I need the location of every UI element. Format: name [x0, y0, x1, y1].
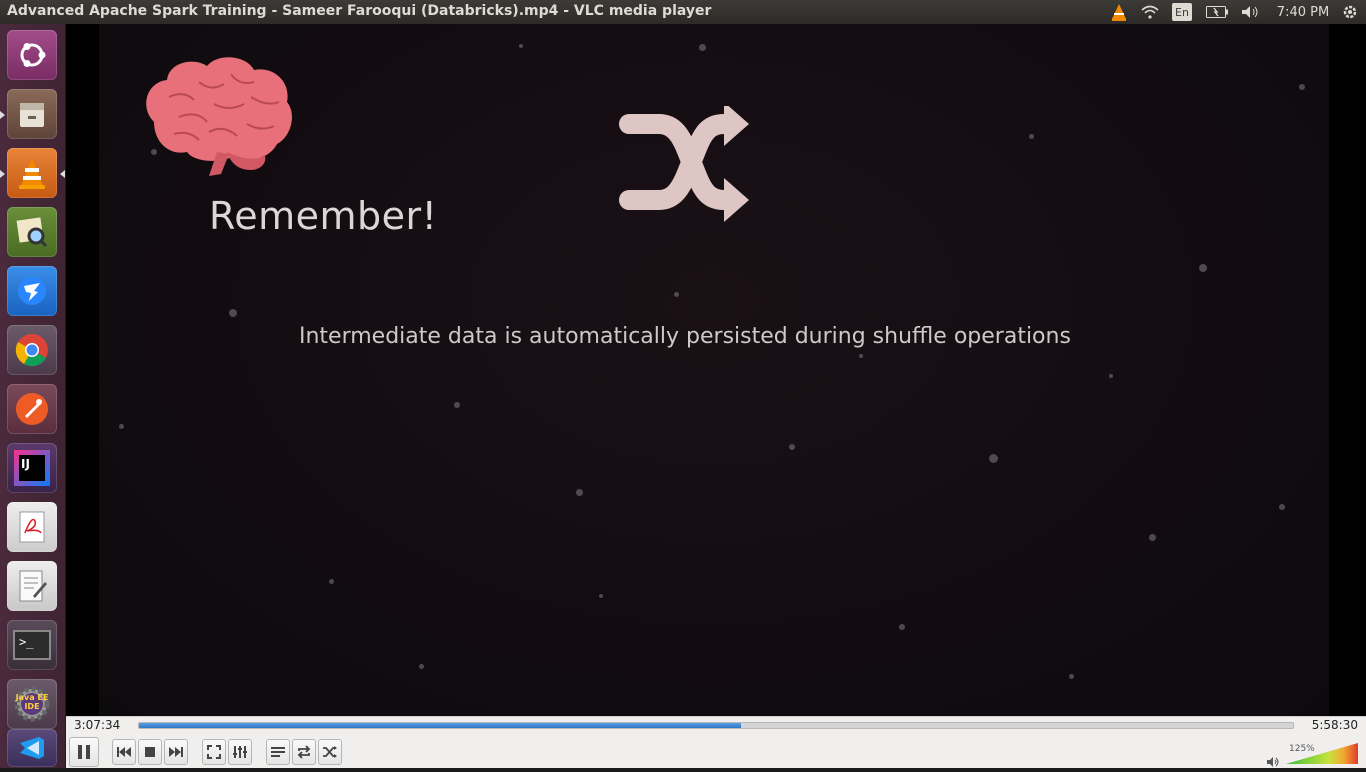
star-particle: [1199, 264, 1207, 272]
star-particle: [1299, 84, 1305, 90]
remember-heading: Remember!: [209, 194, 438, 238]
loop-icon: [297, 745, 311, 759]
shuffle-small-icon: [323, 746, 337, 758]
star-particle: [454, 402, 460, 408]
extended-settings-button[interactable]: [228, 739, 252, 765]
total-time[interactable]: 5:58:30: [1312, 718, 1358, 732]
eclipse-label: Java EE IDE: [15, 693, 49, 711]
dingtalk-icon: [18, 277, 46, 305]
star-particle: [1279, 504, 1285, 510]
star-particle: [789, 444, 795, 450]
star-particle: [576, 489, 583, 496]
video-frame[interactable]: Remember! Intermediate data is automatic…: [99, 24, 1329, 716]
chrome-icon: [15, 334, 48, 367]
battery-icon[interactable]: [1204, 0, 1230, 24]
volume-icon[interactable]: [1240, 0, 1262, 24]
seek-progress: [139, 723, 742, 728]
file-cabinet-icon: [20, 103, 44, 127]
intellij-label: IJ: [19, 455, 45, 481]
star-particle: [419, 664, 424, 669]
terminal-icon: >_: [13, 630, 51, 660]
fullscreen-icon: [207, 745, 221, 759]
star-particle: [859, 354, 863, 358]
launcher-intellij[interactable]: IJ: [7, 443, 57, 493]
star-particle: [1069, 674, 1074, 679]
clock[interactable]: 7:40 PM: [1272, 0, 1334, 24]
vlc-tray-icon[interactable]: [1108, 0, 1130, 24]
video-area[interactable]: Remember! Intermediate data is automatic…: [66, 24, 1366, 716]
star-particle: [229, 309, 237, 317]
image-viewer-icon: [16, 217, 48, 248]
equalizer-icon: [233, 746, 247, 758]
postman-icon: [16, 393, 48, 425]
window-title: Advanced Apache Spark Training - Sameer …: [7, 3, 712, 19]
next-button[interactable]: [164, 739, 188, 765]
stop-button[interactable]: [138, 739, 162, 765]
volume-slider[interactable]: [1286, 743, 1358, 765]
active-indicator: [60, 170, 65, 178]
loop-button[interactable]: [292, 739, 316, 765]
seek-slider[interactable]: [138, 722, 1294, 729]
launcher-terminal[interactable]: >_: [7, 620, 57, 670]
intellij-icon: IJ: [14, 450, 50, 486]
shuffle-icon: [619, 106, 749, 222]
playlist-button[interactable]: [266, 739, 290, 765]
launcher-vscode[interactable]: [7, 729, 57, 767]
star-particle: [119, 424, 124, 429]
star-particle: [1029, 134, 1034, 139]
brain-icon: [146, 57, 292, 176]
star-particle: [519, 44, 523, 48]
launcher-dingtalk[interactable]: [7, 266, 57, 316]
power-gear-icon[interactable]: [1340, 0, 1360, 24]
star-particle: [699, 44, 706, 51]
playlist-icon: [271, 747, 285, 757]
launcher-eclipse-javaee[interactable]: Java EE IDE: [7, 679, 57, 729]
star-particle: [989, 454, 998, 463]
slide-caption: Intermediate data is automatically persi…: [299, 324, 1071, 349]
keyboard-language-indicator[interactable]: En: [1172, 3, 1192, 21]
launcher-image-viewer[interactable]: [7, 207, 57, 257]
top-panel: Advanced Apache Spark Training - Sameer …: [0, 0, 1366, 24]
vlc-controls: 3:07:34 5:58:30 125%: [66, 716, 1366, 768]
launcher-vlc[interactable]: [7, 148, 57, 198]
speaker-icon: [1267, 757, 1279, 767]
fullscreen-button[interactable]: [202, 739, 226, 765]
launcher-pdf-reader[interactable]: [7, 502, 57, 552]
launcher: IJ >_ Java EE IDE: [0, 24, 66, 768]
star-particle: [599, 594, 603, 598]
vlc-cone-icon: [19, 158, 45, 189]
skip-forward-icon: [169, 747, 183, 757]
pause-button[interactable]: [69, 737, 99, 767]
random-button[interactable]: [318, 739, 342, 765]
launcher-files[interactable]: [7, 89, 57, 139]
ubuntu-logo-icon: [20, 43, 46, 67]
launcher-text-editor[interactable]: [7, 561, 57, 611]
pause-icon: [78, 745, 90, 759]
skip-back-icon: [117, 747, 131, 757]
vscode-icon: [20, 737, 44, 759]
star-particle: [674, 292, 679, 297]
launcher-ubuntu-dash[interactable]: [7, 30, 57, 80]
launcher-chrome[interactable]: [7, 325, 57, 375]
stop-icon: [145, 747, 155, 757]
running-indicator: [0, 170, 5, 178]
star-particle: [1109, 374, 1113, 378]
star-particle: [899, 624, 905, 630]
star-particle: [1149, 534, 1156, 541]
launcher-postman[interactable]: [7, 384, 57, 434]
pdf-document-icon: [19, 511, 45, 543]
running-indicator: [0, 111, 5, 119]
wifi-icon[interactable]: [1139, 0, 1161, 24]
star-particle: [329, 579, 334, 584]
elapsed-time[interactable]: 3:07:34: [74, 718, 120, 732]
text-editor-icon: [19, 570, 47, 602]
previous-button[interactable]: [112, 739, 136, 765]
mute-button[interactable]: [1266, 753, 1280, 772]
